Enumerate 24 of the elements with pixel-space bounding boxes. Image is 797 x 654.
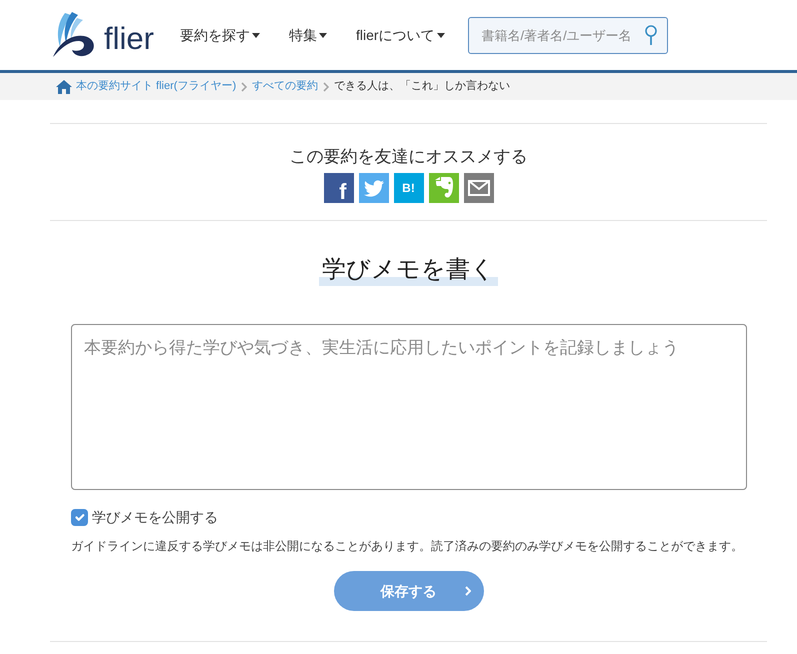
share-button[interactable] [358,173,388,203]
share-button[interactable] [428,173,458,203]
search-field[interactable]: 書籍名/著者名/ユーザー名 [468,16,668,54]
breadcrumb-current: できる人は、「これ」しか言わない [334,78,510,94]
envelope-icon [468,180,490,196]
search-icon[interactable] [644,24,658,44]
nav-menu-link[interactable]: 特集 [288,24,327,46]
nav-menu-link[interactable]: 要約を探す [180,24,260,46]
memo-field[interactable]: 本要約から得た学びや気づき、実生活に応用したいポイントを記録しましょう [71,324,747,490]
bird-icon [364,180,384,196]
share-button[interactable] [464,173,494,203]
section-heading: 学びメモを書く [319,254,498,286]
home-icon[interactable] [56,80,72,94]
chevron-icon [323,82,330,92]
share-heading: この要約を友達にオススメする [288,146,528,168]
checkbox-label[interactable]: 学びメモを公開する [92,508,218,526]
publish-checkbox[interactable] [71,508,88,526]
elephant-icon [434,177,454,199]
share-button[interactable]: f [324,173,354,203]
logo-text[interactable]: flier [104,22,154,54]
nav-menu-link[interactable]: flierについて [356,24,445,46]
chevron-icon [241,82,248,92]
guideline-note: ガイドラインに違反する学びメモは非公開になることがあります。読了済みの要約のみ学びメモを公開することができます。 [71,538,744,555]
chevron-icon [464,586,470,596]
